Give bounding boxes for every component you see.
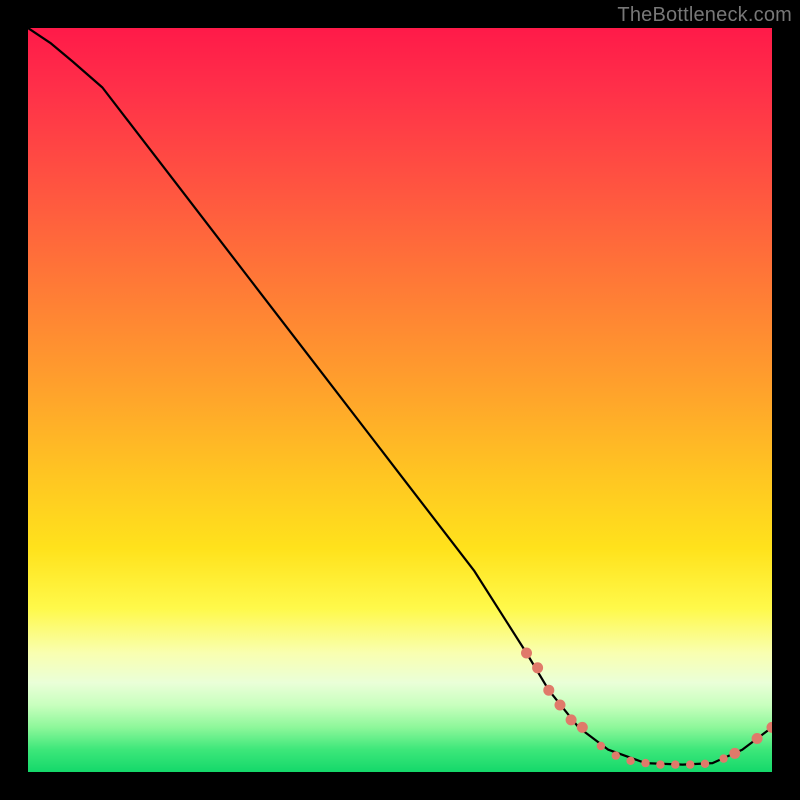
highlight-dot bbox=[577, 722, 588, 733]
highlight-dot bbox=[701, 760, 709, 768]
highlight-dot bbox=[521, 648, 532, 659]
highlight-dot bbox=[752, 733, 763, 744]
highlight-dot bbox=[729, 748, 740, 759]
watermark-label: TheBottleneck.com bbox=[617, 4, 792, 27]
highlight-dot bbox=[532, 662, 543, 673]
highlight-dot bbox=[566, 714, 577, 725]
highlight-dot bbox=[671, 760, 679, 768]
highlight-dot bbox=[626, 757, 634, 765]
highlight-dot bbox=[686, 760, 694, 768]
highlight-dot bbox=[656, 760, 664, 768]
highlight-dot bbox=[597, 742, 605, 750]
chart-frame: TheBottleneck.com bbox=[0, 0, 800, 800]
bottleneck-curve bbox=[28, 28, 772, 765]
highlight-dot bbox=[555, 700, 566, 711]
highlight-dot bbox=[719, 754, 727, 762]
highlight-dots-group bbox=[521, 648, 772, 769]
highlight-dot bbox=[641, 759, 649, 767]
highlight-dot bbox=[543, 685, 554, 696]
chart-svg bbox=[28, 28, 772, 772]
plot-area bbox=[28, 28, 772, 772]
highlight-dot bbox=[612, 751, 620, 759]
